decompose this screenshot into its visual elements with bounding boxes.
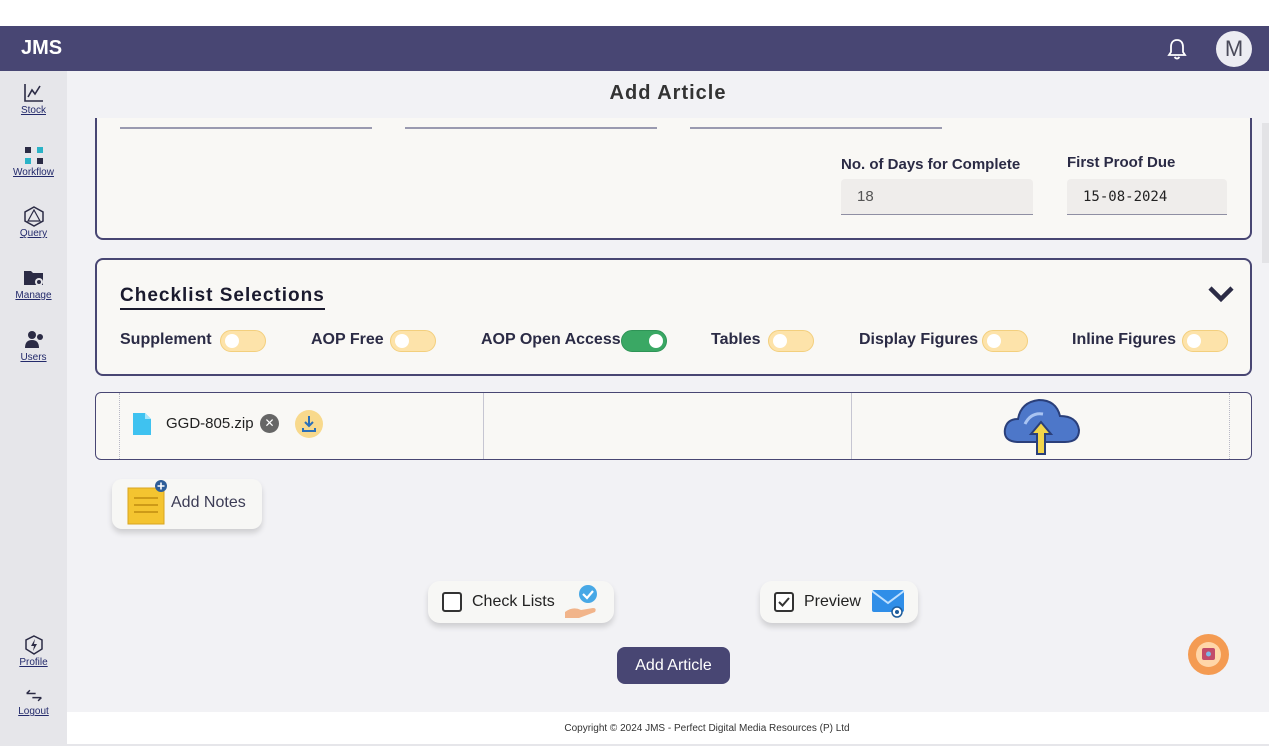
toggle-supplement[interactable] — [220, 330, 266, 352]
toggle-knob — [649, 334, 663, 348]
checkmark-icon — [778, 597, 790, 607]
sidebar-item-label: Stock — [20, 105, 46, 116]
sidebar-item-manage[interactable]: Manage — [0, 267, 67, 301]
chevron-down-icon[interactable] — [1207, 284, 1235, 304]
copyright-text: Copyright © 2024 JMS - Perfect Digital M… — [564, 723, 850, 734]
toggle-knob — [225, 334, 239, 348]
download-button[interactable] — [295, 410, 323, 438]
field-underline — [690, 127, 942, 129]
proof-due-label: First Proof Due — [1067, 154, 1176, 171]
sidebar-item-logout[interactable]: Logout — [0, 687, 67, 717]
sidebar-item-label: Workflow — [13, 167, 54, 178]
sidebar-item-profile[interactable]: Profile — [0, 634, 67, 668]
file-icon — [133, 413, 151, 435]
chart-icon — [23, 84, 43, 102]
cloud-upload-icon[interactable] — [1001, 394, 1081, 458]
sidebar-item-label: Users — [20, 352, 47, 363]
bell-icon[interactable] — [1166, 37, 1188, 61]
toggle-aop-free[interactable] — [390, 330, 436, 352]
toggle-tables[interactable] — [768, 330, 814, 352]
sidebar-item-label: Profile — [19, 657, 48, 668]
checklist-title: Checklist Selections — [120, 285, 325, 310]
hand-check-icon — [565, 585, 597, 618]
help-button[interactable] — [1188, 634, 1229, 675]
add-notes-label: Add Notes — [171, 494, 246, 511]
uploaded-file-name: GGD-805.zip — [166, 415, 254, 432]
download-icon — [302, 416, 316, 432]
page-title: Add Article — [609, 82, 727, 104]
logout-icon — [25, 689, 42, 702]
chat-bubble-icon — [1202, 648, 1215, 660]
profile-icon — [24, 635, 43, 655]
remove-file-button[interactable]: ✕ — [260, 414, 279, 433]
toggle-aop-open-access[interactable] — [621, 330, 667, 352]
mail-preview-icon — [871, 590, 905, 618]
column-divider — [1229, 393, 1230, 459]
workflow-icon — [24, 147, 43, 164]
sidebar-item-workflow[interactable]: Workflow — [0, 144, 67, 178]
app-logo: JMS — [21, 37, 63, 59]
add-article-button[interactable]: Add Article — [617, 647, 730, 684]
chat-icon — [1196, 642, 1221, 667]
column-divider — [119, 393, 120, 459]
toggle-label-inline-figures: Inline Figures — [1072, 331, 1177, 348]
column-divider — [483, 393, 484, 459]
toggle-label-tables: Tables — [711, 331, 761, 348]
sidebar-item-users[interactable]: Users — [0, 329, 67, 363]
toggle-knob — [773, 334, 787, 348]
check-lists-label: Check Lists — [472, 593, 555, 610]
sidebar-item-query[interactable]: Query — [0, 205, 67, 239]
toggle-knob — [987, 334, 1001, 348]
column-divider — [851, 393, 852, 459]
toggle-knob — [395, 334, 409, 348]
days-label: No. of Days for Complete — [841, 156, 1021, 173]
toggle-label-aop-free: AOP Free — [311, 331, 384, 348]
toggle-label-aop-open-access: AOP Open Access — [481, 331, 621, 348]
sticky-note-icon — [127, 480, 167, 525]
sidebar-item-label: Logout — [18, 706, 49, 717]
toggle-inline-figures[interactable] — [1182, 330, 1228, 352]
avatar[interactable]: M — [1216, 31, 1252, 67]
top-bar — [67, 26, 1269, 71]
field-underline — [405, 127, 657, 129]
sidebar-item-label: Query — [19, 228, 48, 239]
toggle-label-display-figures: Display Figures — [859, 331, 979, 348]
users-icon — [24, 331, 43, 348]
toggle-label-supplement: Supplement — [120, 331, 212, 348]
scrollbar[interactable] — [1262, 123, 1269, 263]
checklist-card — [95, 258, 1252, 376]
field-underline — [120, 127, 372, 129]
folder-gear-icon — [23, 271, 43, 286]
toggle-knob — [1187, 334, 1201, 348]
days-field[interactable]: 18 — [841, 179, 1033, 215]
preview-checkbox[interactable] — [774, 592, 794, 612]
proof-due-field[interactable]: 15-08-2024 — [1067, 179, 1227, 215]
sidebar-item-stock[interactable]: Stock — [0, 82, 67, 116]
toggle-display-figures[interactable] — [982, 330, 1028, 352]
sidebar-item-label: Manage — [15, 290, 52, 301]
query-icon — [23, 206, 44, 227]
check-lists-checkbox[interactable] — [442, 592, 462, 612]
preview-label: Preview — [804, 593, 861, 610]
